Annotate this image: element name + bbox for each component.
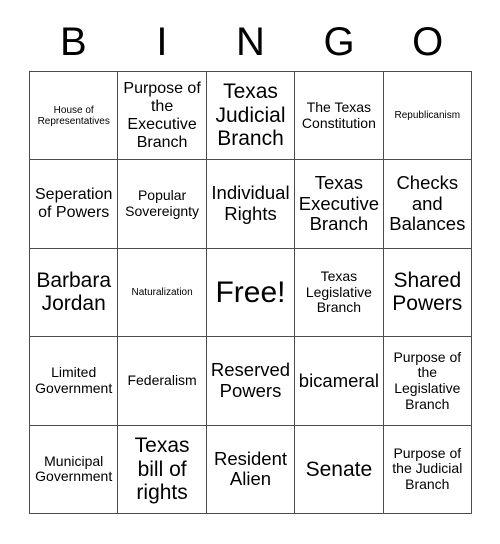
bingo-header-letter-b: B — [59, 19, 87, 64]
bingo-cell-label: Purpose of the Judicial Branch — [392, 444, 463, 493]
bingo-cell[interactable]: Texas Judicial Branch — [206, 72, 296, 161]
bingo-header-letter-i: I — [156, 19, 168, 64]
bingo-cell-label: Popular Sovereignty — [125, 187, 200, 220]
bingo-cell-label: Checks and Balances — [389, 172, 466, 235]
bingo-cell-label: bicameral — [298, 369, 379, 391]
bingo-cell[interactable]: Checks and Balances — [383, 160, 472, 249]
bingo-cell-label: Texas Judicial Branch — [215, 80, 286, 151]
bingo-cell[interactable]: Shared Powers — [383, 248, 472, 338]
bingo-cell[interactable]: bicameral — [295, 337, 384, 426]
bingo-cell-label: Purpose of the Legislative Branch — [393, 348, 462, 412]
bingo-header-letter-o: O — [412, 19, 444, 64]
bingo-cell-label: Naturalization — [131, 286, 193, 298]
bingo-cell-label: House of Representatives — [37, 104, 110, 127]
bingo-cell-label: Texas Executive Branch — [298, 172, 379, 235]
bingo-cell[interactable]: Seperation of Powers — [30, 160, 119, 249]
bingo-cell[interactable]: Purpose of the Executive Branch — [118, 72, 207, 161]
bingo-cell-label: Seperation of Powers — [35, 186, 113, 222]
bingo-cell[interactable]: Texas Legislative Branch — [295, 248, 384, 338]
bingo-cell-label: Resident Alien — [213, 447, 287, 490]
bingo-card: B I N G O House of Representatives Purpose of… — [0, 0, 500, 544]
bingo-cell-label: Republicanism — [394, 110, 461, 122]
bingo-cell-label: Individual Rights — [211, 182, 290, 225]
bingo-cell[interactable]: Purpose of the Judicial Branch — [383, 425, 472, 514]
bingo-cell[interactable]: Federalism — [118, 337, 207, 426]
bingo-cell[interactable]: Resident Alien — [206, 425, 296, 514]
bingo-header-letter-g: G — [323, 19, 355, 64]
bingo-cell[interactable]: Reserved Powers — [206, 337, 296, 426]
bingo-cell[interactable]: Senate — [295, 425, 384, 514]
bingo-header-letter-n: N — [236, 19, 265, 64]
bingo-cell[interactable]: House of Representatives — [30, 72, 119, 161]
bingo-grid: House of Representatives Purpose of the E… — [29, 71, 472, 514]
bingo-cell[interactable]: Limited Government — [30, 337, 119, 426]
bingo-cell[interactable]: Municipal Government — [30, 425, 119, 514]
bingo-cell-label: Purpose of the Executive Branch — [123, 79, 201, 151]
bingo-cell-label: Limited Government — [35, 364, 113, 396]
bingo-cell[interactable]: Barbara Jordan — [30, 248, 119, 338]
bingo-cell[interactable]: The Texas Constitution — [295, 72, 384, 161]
bingo-cell[interactable]: Popular Sovereignty — [118, 160, 207, 249]
bingo-cell-label: Shared Powers — [392, 268, 463, 316]
bingo-cell-label: Reserved Powers — [210, 359, 291, 401]
bingo-cell-label: Free! — [215, 275, 286, 309]
bingo-cell[interactable]: Purpose of the Legislative Branch — [383, 337, 472, 426]
bingo-cell[interactable]: Texas bill of rights — [118, 425, 207, 514]
bingo-cell-label: Senate — [305, 457, 373, 481]
bingo-cell[interactable]: Individual Rights — [206, 160, 296, 249]
bingo-cell[interactable]: Naturalization — [118, 248, 207, 338]
bingo-cell-label: Municipal Government — [35, 452, 113, 485]
bingo-cell-label: Federalism — [127, 372, 197, 389]
bingo-cell-label: Texas bill of rights — [134, 434, 190, 505]
bingo-cell[interactable]: Republicanism — [383, 72, 472, 161]
bingo-cell-label: The Texas Constitution — [301, 99, 376, 131]
bingo-cell-label: Texas Legislative Branch — [305, 267, 372, 316]
bingo-cell-label: Barbara Jordan — [36, 268, 112, 316]
bingo-free-space[interactable]: Free! — [206, 248, 296, 338]
bingo-cell[interactable]: Texas Executive Branch — [295, 160, 384, 249]
bingo-header: BINGO — [29, 12, 472, 71]
